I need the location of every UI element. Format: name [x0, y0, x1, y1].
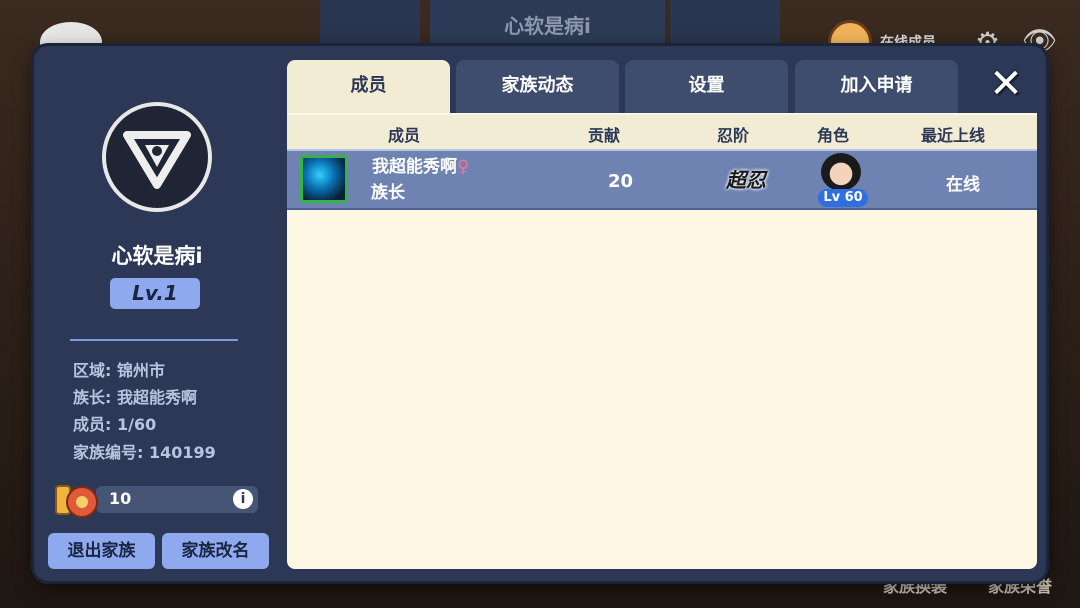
tab-settings[interactable]: 设置 — [625, 60, 788, 116]
tab-members[interactable]: 成员 — [287, 60, 450, 116]
info-family-id: 家族编号: 140199 — [73, 439, 216, 463]
info-region-value: 锦州市 — [116, 361, 165, 380]
info-leader-label: 族长: — [73, 388, 112, 407]
coin-bag-icon — [54, 478, 100, 520]
info-leader: 族长: 我超能秀啊 — [73, 384, 197, 408]
background-title-banner: 心软是病i — [430, 0, 665, 48]
family-funds-value: 10 — [109, 489, 132, 508]
member-last-online: 在线 — [946, 175, 980, 195]
member-contribution: 20 — [608, 171, 634, 192]
female-icon: ♀ — [457, 157, 470, 177]
info-members: 成员: 1/60 — [73, 411, 156, 435]
quit-family-button[interactable]: 退出家族 — [48, 533, 155, 569]
character-avatar — [821, 153, 861, 191]
info-icon[interactable]: i — [233, 489, 253, 509]
header-last-online: 最近上线 — [921, 126, 986, 145]
background-banner-right — [670, 0, 780, 48]
rename-family-button[interactable]: 家族改名 — [162, 533, 269, 569]
character-level-badge: Lv 60 — [818, 189, 868, 207]
header-contribution: 贡献 — [588, 126, 621, 145]
header-member: 成员 — [388, 126, 421, 145]
info-family-id-value: 140199 — [148, 443, 216, 462]
tab-family-news[interactable]: 家族动态 — [456, 60, 619, 116]
background-banner-left — [320, 0, 420, 48]
close-icon[interactable]: ✕ — [982, 60, 1030, 108]
member-name: 我超能秀啊♀ — [372, 152, 469, 177]
member-role: 族长 — [371, 183, 405, 203]
info-region-label: 区域: — [73, 361, 112, 380]
family-emblem-icon — [102, 102, 212, 212]
info-divider — [70, 339, 238, 341]
member-name-text: 我超能秀啊 — [372, 157, 457, 177]
info-members-label: 成员: — [73, 415, 112, 434]
header-character: 角色 — [817, 126, 850, 145]
info-leader-value: 我超能秀啊 — [116, 388, 197, 407]
rank-emblem-icon: 超忍 — [726, 168, 766, 192]
info-region: 区域: 锦州市 — [73, 357, 165, 381]
header-rank: 忍阶 — [717, 126, 750, 145]
background-title: 心软是病i — [504, 14, 591, 38]
info-members-value: 1/60 — [116, 415, 157, 434]
family-level-badge: Lv.1 — [110, 278, 200, 309]
family-name: 心软是病i — [111, 244, 203, 268]
member-avatar[interactable] — [300, 155, 348, 203]
info-family-id-label: 家族编号: — [73, 443, 144, 462]
tab-join-requests[interactable]: 加入申请 — [795, 60, 958, 116]
